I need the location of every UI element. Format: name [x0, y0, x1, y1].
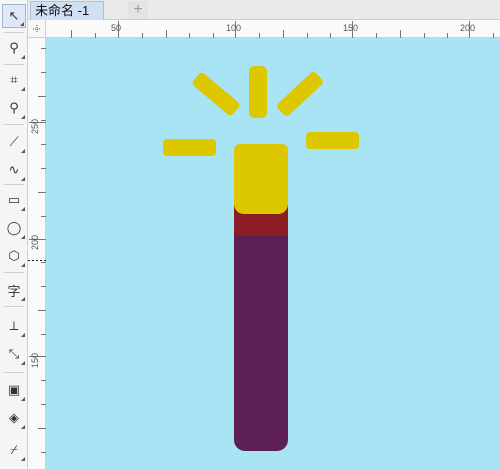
- flyout-corner-icon: [21, 397, 25, 401]
- ellipse-tool-button[interactable]: ◯: [2, 216, 26, 240]
- toolbox-separator: [4, 372, 24, 373]
- drop-shadow-tool-button[interactable]: ▣: [2, 378, 26, 402]
- flyout-corner-icon: [21, 235, 25, 239]
- rectangle-tool-button[interactable]: ▭: [2, 188, 26, 212]
- zoom-tool-button[interactable]: ⚲: [2, 96, 26, 120]
- hruler-label-100: 100: [226, 23, 241, 33]
- vruler-label-200: 200: [30, 235, 40, 250]
- fill-tool-button[interactable]: ◈: [2, 406, 26, 430]
- polygon-icon: ⬡: [8, 248, 20, 263]
- toolbox-separator: [4, 64, 24, 65]
- toolbox-separator: [4, 124, 24, 125]
- freehand-icon: ⟋: [9, 134, 19, 149]
- coreldraw-window: 未命名 -1 + ↖ ⚲ ⌗ ⚲ ⟋ ∿ ▭ ◯ ⬡ 字 ⟂ ⤡ ▣ ◈ ⌿ 5…: [0, 0, 500, 469]
- freehand-tool-button[interactable]: ⟋: [2, 130, 26, 154]
- ray-upper-right[interactable]: [275, 70, 325, 118]
- dimension-line-icon: ⟂: [9, 318, 19, 333]
- toolbox-separator: [4, 272, 24, 273]
- flyout-corner-icon: [21, 263, 25, 267]
- shape-tool-button[interactable]: ⚲: [2, 36, 26, 60]
- add-tab-button[interactable]: +: [128, 1, 148, 19]
- shape-edit-icon: ⚲: [9, 40, 19, 55]
- drawing-canvas[interactable]: [46, 38, 500, 469]
- flyout-corner-icon: [21, 333, 25, 337]
- eyedropper-tool-button[interactable]: ⌿: [2, 438, 26, 462]
- flyout-corner-icon: [21, 149, 25, 153]
- flyout-corner-icon: [21, 457, 25, 461]
- crop-icon: ⌗: [10, 72, 18, 87]
- toolbox-separator: [4, 32, 24, 33]
- flyout-corner-icon: [21, 177, 25, 181]
- wand-handle[interactable]: [234, 208, 288, 451]
- ray-top[interactable]: [249, 66, 267, 118]
- hruler-label-150: 150: [343, 23, 358, 33]
- toolbox-separator: [4, 184, 24, 185]
- fill-bucket-icon: ◈: [9, 410, 19, 425]
- horizontal-ruler-ticks: 50 100 150 200: [71, 21, 494, 38]
- vruler-label-150: 150: [30, 353, 40, 368]
- text-tool-button[interactable]: 字: [2, 278, 26, 302]
- rectangle-icon: ▭: [7, 192, 21, 207]
- plus-icon: +: [133, 1, 143, 18]
- curve-icon: ∿: [8, 162, 20, 177]
- crop-tool-button[interactable]: ⌗: [2, 68, 26, 92]
- flyout-corner-icon: [21, 115, 25, 119]
- flyout-corner-icon: [21, 425, 25, 429]
- flyout-corner-icon: [20, 22, 24, 26]
- hruler-label-50: 50: [111, 23, 121, 33]
- shadow-icon: ▣: [7, 382, 21, 397]
- flyout-corner-icon: [21, 361, 25, 365]
- document-tab-label: 未命名 -1: [35, 3, 90, 18]
- toolbox: ↖ ⚲ ⌗ ⚲ ⟋ ∿ ▭ ◯ ⬡ 字 ⟂ ⤡ ▣ ◈ ⌿: [0, 0, 28, 469]
- hruler-label-200: 200: [460, 23, 475, 33]
- flyout-corner-icon: [21, 55, 25, 59]
- vruler-label-250: 250: [30, 119, 40, 134]
- flyout-corner-icon: [21, 297, 25, 301]
- eyedropper-icon: ⌿: [10, 442, 18, 457]
- wand-tip[interactable]: [234, 144, 288, 214]
- toolbox-separator: [4, 306, 24, 307]
- vertical-ruler-ticks: 250 200 150: [28, 48, 46, 453]
- pick-tool-button[interactable]: ↖: [2, 4, 26, 28]
- flyout-corner-icon: [21, 207, 25, 211]
- text-char-icon: 字: [7, 283, 21, 299]
- ray-right[interactable]: [306, 132, 359, 149]
- ray-left[interactable]: [163, 139, 216, 156]
- polygon-tool-button[interactable]: ⬡: [2, 244, 26, 268]
- zoom-magnifier-icon: ⚲: [9, 100, 19, 115]
- pick-arrow-icon: ↖: [8, 8, 20, 23]
- smart-drawing-tool-button[interactable]: ∿: [2, 158, 26, 182]
- horizontal-ruler[interactable]: 50 100 150 200: [46, 20, 500, 38]
- document-tab[interactable]: 未命名 -1: [30, 1, 104, 20]
- dimension-tool-button[interactable]: ⟂: [2, 314, 26, 338]
- connector-icon: ⤡: [8, 346, 20, 361]
- ruler-origin-corner[interactable]: [28, 20, 46, 38]
- connector-tool-button[interactable]: ⤡: [2, 342, 26, 366]
- flyout-corner-icon: [21, 87, 25, 91]
- vertical-ruler[interactable]: 250 200 150: [28, 38, 46, 469]
- ray-upper-left[interactable]: [190, 71, 242, 117]
- ellipse-icon: ◯: [6, 220, 22, 235]
- ruler-origin-icon: [33, 25, 41, 33]
- document-tab-bar: 未命名 -1 +: [28, 0, 500, 20]
